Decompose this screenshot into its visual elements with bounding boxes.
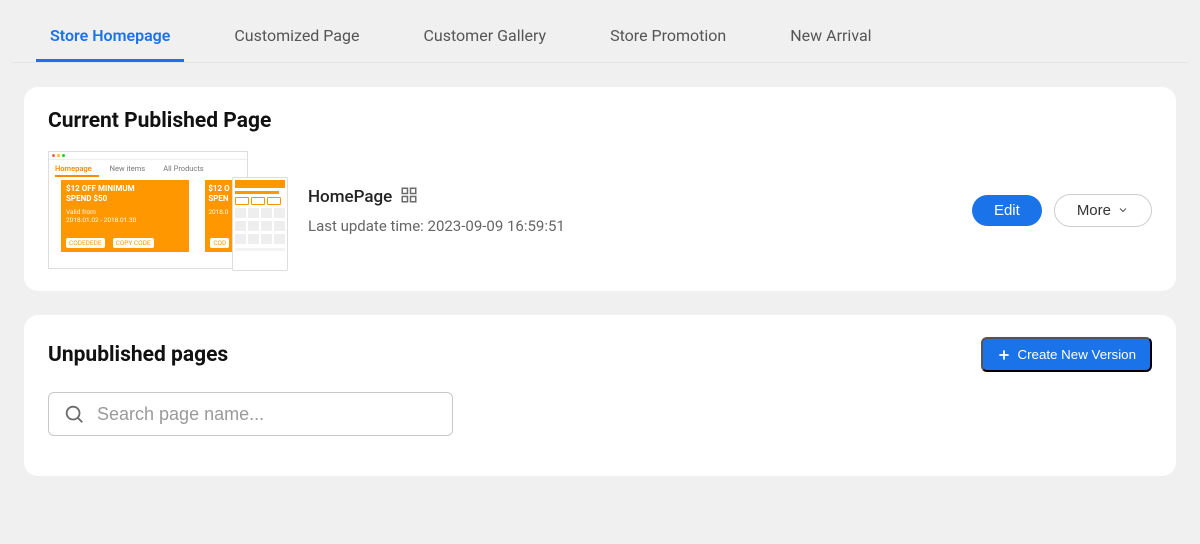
tab-store-homepage[interactable]: Store Homepage bbox=[36, 12, 184, 62]
thumb-code2: COPY CODE bbox=[113, 238, 154, 248]
tab-customized-page[interactable]: Customized Page bbox=[220, 12, 373, 62]
unpublished-section-title: Unpublished pages bbox=[48, 343, 228, 367]
thumb-code1: CODEDEDE bbox=[66, 238, 105, 248]
thumb-banner-line3: Valid from bbox=[66, 208, 184, 216]
thumbnail-mobile bbox=[232, 177, 288, 271]
main-tabs: Store Homepage Customized Page Customer … bbox=[12, 12, 1188, 63]
tab-new-arrival[interactable]: New Arrival bbox=[776, 12, 885, 62]
published-card: Current Published Page Homepage New item… bbox=[24, 87, 1176, 291]
more-button-label: More bbox=[1077, 202, 1111, 219]
thumb-tab-homepage: Homepage bbox=[55, 164, 92, 173]
published-actions: Edit More bbox=[972, 194, 1152, 227]
thumb-tab-allproducts: All Products bbox=[163, 164, 204, 173]
published-section-title: Current Published Page bbox=[48, 109, 1152, 133]
tab-store-promotion[interactable]: Store Promotion bbox=[596, 12, 740, 62]
tab-customer-gallery[interactable]: Customer Gallery bbox=[409, 12, 560, 62]
page-info: HomePage Last update time: 2023-09-09 16… bbox=[308, 186, 565, 235]
chevron-down-icon bbox=[1117, 204, 1129, 216]
published-row: Homepage New items All Products $12 OFF … bbox=[48, 151, 1152, 269]
more-button[interactable]: More bbox=[1054, 194, 1152, 227]
plus-icon bbox=[997, 348, 1011, 362]
search-wrap[interactable] bbox=[48, 392, 453, 436]
page-thumbnail: Homepage New items All Products $12 OFF … bbox=[48, 151, 288, 269]
create-new-version-label: Create New Version bbox=[1017, 347, 1136, 362]
search-input[interactable] bbox=[97, 404, 438, 425]
last-update-time: Last update time: 2023-09-09 16:59:51 bbox=[308, 217, 565, 235]
unpublished-card: Unpublished pages Create New Version bbox=[24, 315, 1176, 476]
thumb-tab-newitems: New items bbox=[110, 164, 146, 173]
qr-icon[interactable] bbox=[400, 186, 418, 209]
thumb-banner-line1: $12 OFF MINIMUM bbox=[66, 184, 184, 194]
search-icon bbox=[63, 403, 85, 425]
thumbnail-desktop: Homepage New items All Products $12 OFF … bbox=[48, 151, 248, 269]
create-new-version-button[interactable]: Create New Version bbox=[981, 337, 1152, 372]
thumb-banner-line2: SPEND $50 bbox=[66, 194, 184, 204]
page-name: HomePage bbox=[308, 187, 392, 207]
thumb-banner-line4: 2018.01.02 - 2018.01.30 bbox=[66, 216, 184, 224]
edit-button[interactable]: Edit bbox=[972, 195, 1042, 226]
